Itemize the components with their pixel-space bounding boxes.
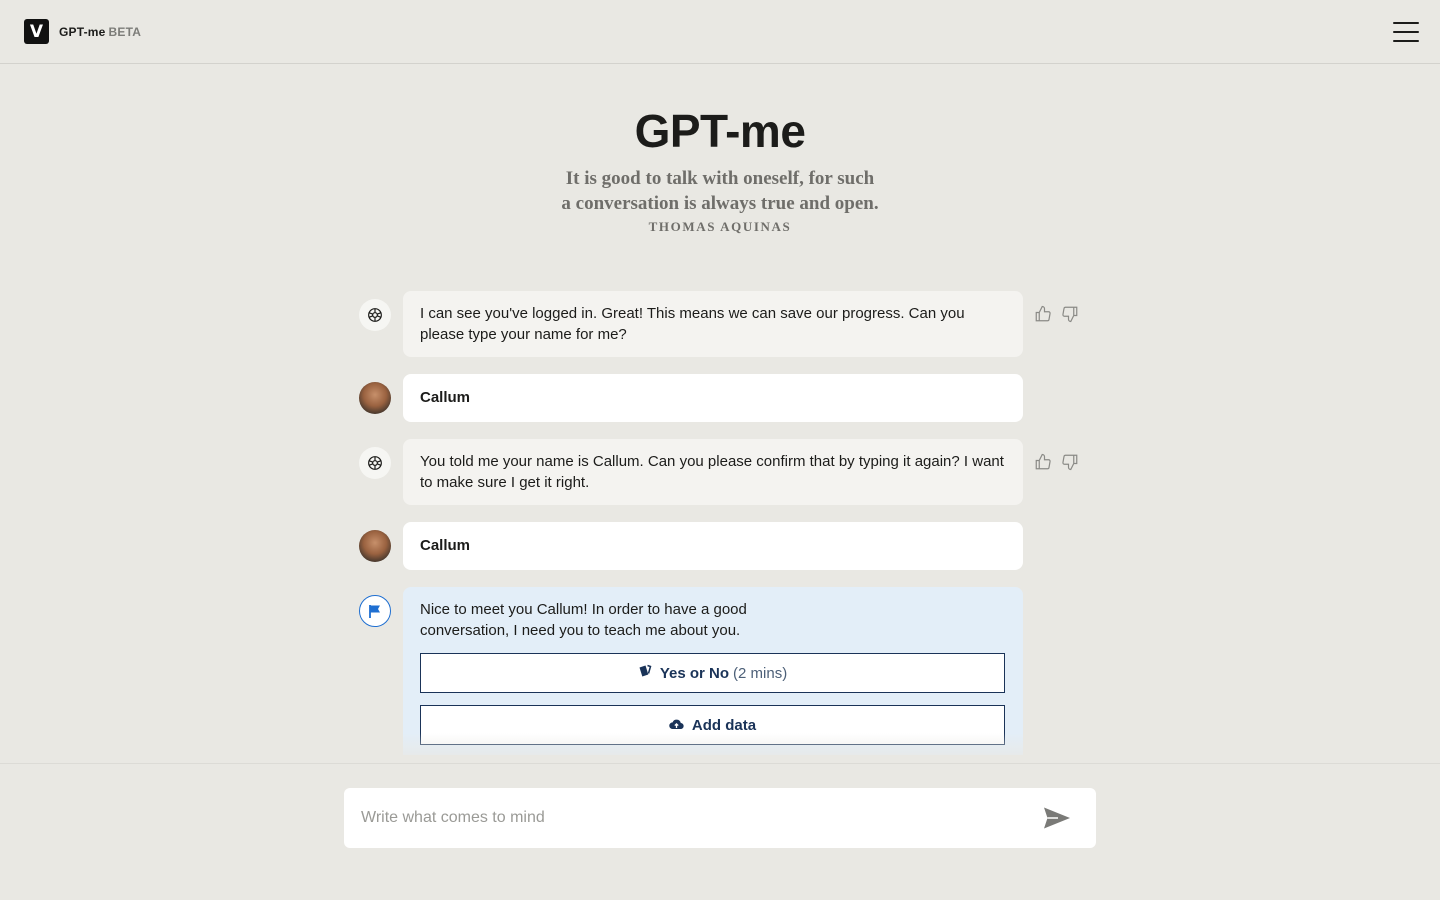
duration-note: (2 mins) bbox=[733, 664, 788, 682]
top-bar: V GPT-me BETA bbox=[0, 0, 1440, 64]
brand[interactable]: V GPT-me BETA bbox=[24, 19, 141, 44]
ai-logo-icon bbox=[359, 299, 391, 331]
user-avatar bbox=[359, 382, 391, 414]
beta-badge: BETA bbox=[108, 24, 142, 39]
chat-thread: I can see you've logged in. Great! This … bbox=[359, 291, 1081, 772]
app-logo-icon: V bbox=[24, 19, 49, 44]
message-text: Nice to meet you Callum! In order to hav… bbox=[420, 601, 747, 639]
send-icon[interactable] bbox=[1043, 806, 1071, 830]
flag-icon bbox=[359, 595, 391, 627]
app-name: GPT-me BETA bbox=[59, 25, 141, 39]
ai-logo-icon bbox=[359, 447, 391, 479]
thumbs-up-icon[interactable] bbox=[1034, 453, 1053, 472]
message-bubble: You told me your name is Callum. Can you… bbox=[403, 439, 1023, 505]
message-bubble: Callum bbox=[403, 522, 1023, 570]
message-composer bbox=[344, 788, 1096, 848]
quote: It is good to talk with oneself, for suc… bbox=[550, 166, 890, 216]
onboarding-card: Nice to meet you Callum! In order to hav… bbox=[403, 587, 1023, 755]
quote-author: THOMAS AQUINAS bbox=[648, 219, 792, 234]
bot-message: You told me your name is Callum. Can you… bbox=[359, 439, 1081, 505]
system-message: Nice to meet you Callum! In order to hav… bbox=[359, 587, 1081, 755]
bot-message: I can see you've logged in. Great! This … bbox=[359, 291, 1081, 357]
scroll-fade bbox=[0, 733, 1440, 763]
feedback-controls bbox=[1034, 453, 1080, 472]
user-message: Callum bbox=[359, 374, 1081, 422]
message-bubble: I can see you've logged in. Great! This … bbox=[403, 291, 1023, 357]
thumbs-down-icon[interactable] bbox=[1061, 305, 1080, 324]
hero: GPT-me It is good to talk with oneself, … bbox=[0, 104, 1440, 235]
thumbs-down-icon[interactable] bbox=[1061, 453, 1080, 472]
yes-or-no-button[interactable]: Yes or No (2 mins) bbox=[420, 653, 1005, 693]
quote-line-2: a conversation is always true and open. bbox=[561, 193, 879, 214]
thumbs-up-icon[interactable] bbox=[1034, 305, 1053, 324]
cards-icon bbox=[638, 663, 652, 684]
composer-area bbox=[0, 763, 1440, 900]
hamburger-menu-icon[interactable] bbox=[1393, 21, 1419, 42]
message-bubble: Callum bbox=[403, 374, 1023, 422]
yes-or-no-label: Yes or No bbox=[659, 664, 730, 682]
user-message: Callum bbox=[359, 522, 1081, 570]
quote-line-1: It is good to talk with oneself, for suc… bbox=[565, 168, 875, 189]
page-title: GPT-me bbox=[634, 105, 806, 157]
user-avatar bbox=[359, 530, 391, 562]
message-input[interactable] bbox=[361, 809, 1043, 827]
feedback-controls bbox=[1034, 305, 1080, 324]
app-name-text: GPT-me bbox=[59, 24, 106, 39]
